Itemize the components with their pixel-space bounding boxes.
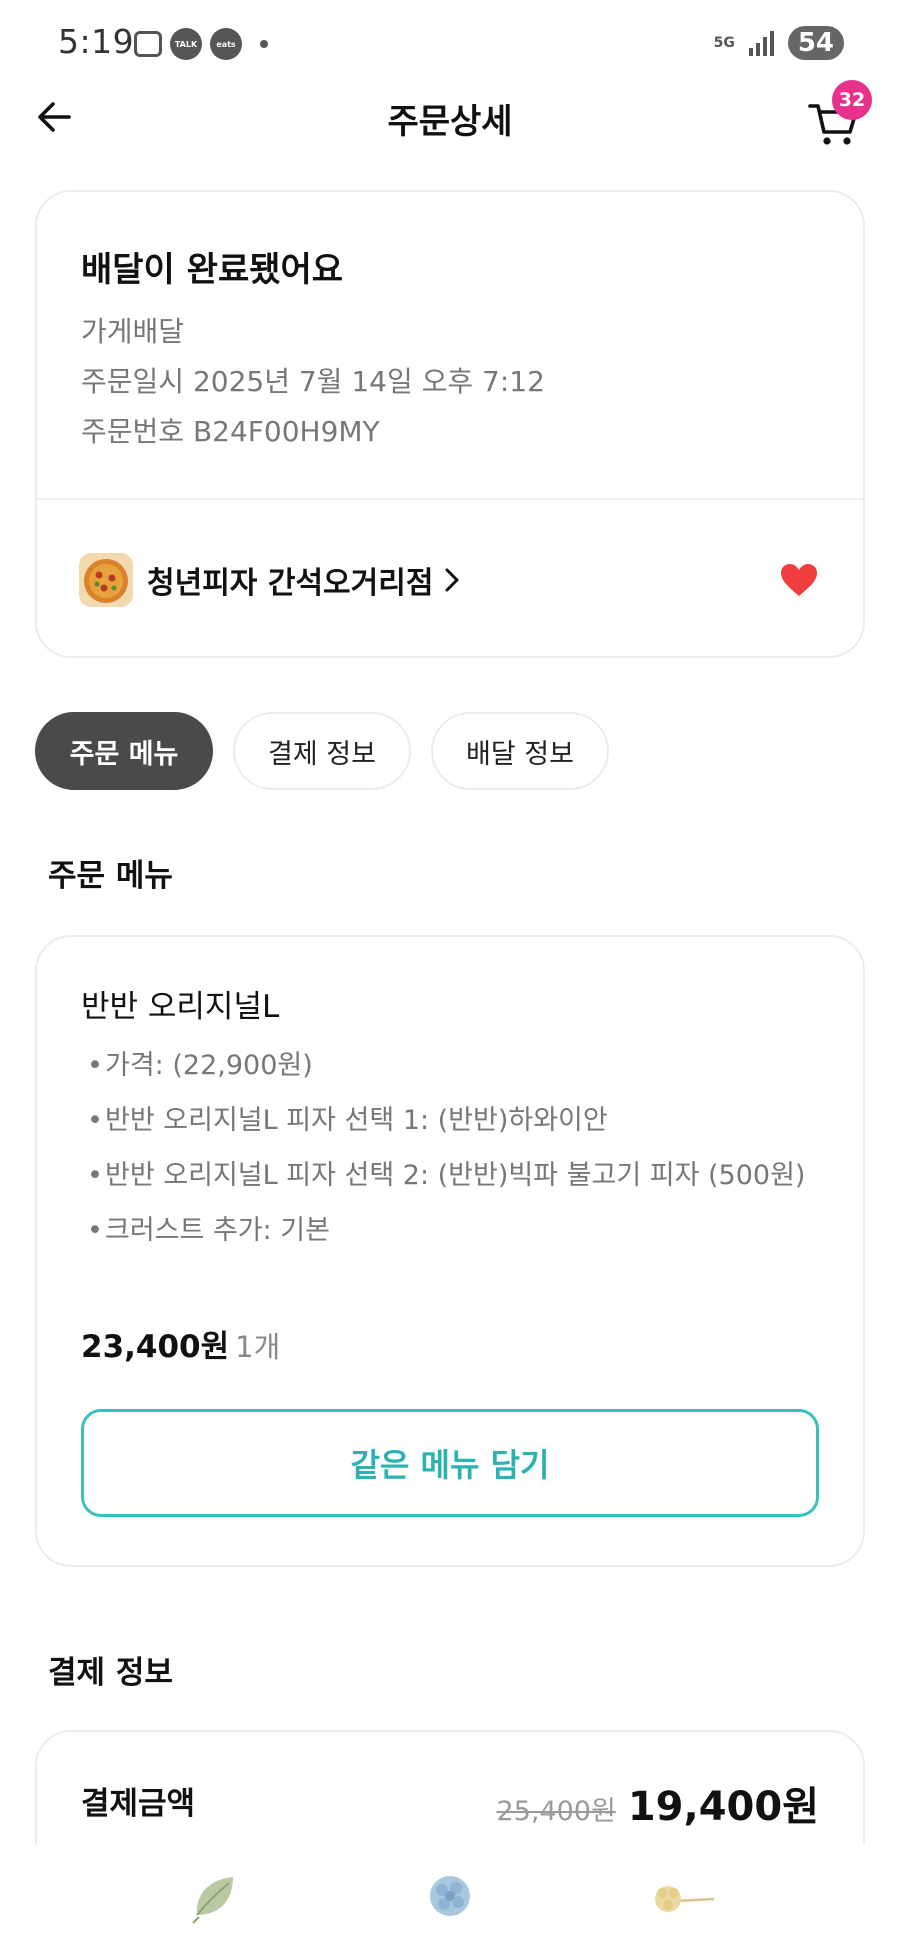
order-number: 주문번호 B24F00H9MY <box>81 415 380 448</box>
flower-yellow-icon <box>655 1885 715 1912</box>
final-price: 19,400원 <box>627 1784 819 1830</box>
page-title: 주문상세 <box>387 102 513 142</box>
store-link[interactable]: 청년피자 간석오거리점 <box>79 550 821 610</box>
payment-amount: 25,400원 19,400원 <box>497 1774 819 1832</box>
divider <box>37 498 863 500</box>
order-menu-card: 반반 오리지널L • 가격: (22,900원) • 반반 오리지널L 피자 선택 … <box>35 935 865 1567</box>
menu-option: • 반반 오리지널L 피자 선택 1: (반반)하와이안 <box>87 1105 608 1136</box>
menu-price-line: 23,400원 1개 <box>81 1321 280 1366</box>
order-datetime: 주문일시 2025년 7월 14일 오후 7:12 <box>81 365 545 398</box>
order-status-card: 배달이 완료됐어요 가게배달 주문일시 2025년 7월 14일 오후 7:12… <box>35 190 865 658</box>
status-bar: 5:19 TALK eats 5G 54 <box>0 0 900 80</box>
menu-options-list: • 가격: (22,900원) • 반반 오리지널L 피자 선택 1: (반반)하와… <box>81 1043 823 1263</box>
cart-count-badge: 32 <box>832 80 872 120</box>
screenshot-icon <box>134 31 162 57</box>
delivery-type: 가게배달 <box>81 315 185 348</box>
menu-quantity: 1개 <box>235 1330 281 1364</box>
detail-tabs: 주문 메뉴 결제 정보 배달 정보 <box>35 712 609 790</box>
menu-item-name: 반반 오리지널L <box>81 989 280 1025</box>
menu-price: 23,400원 <box>81 1329 230 1365</box>
original-price: 25,400원 <box>496 1796 616 1827</box>
dot-icon <box>260 40 268 48</box>
nav-item-blue-flower[interactable] <box>410 1863 490 1933</box>
bottom-navigation <box>0 1845 900 1950</box>
coupang-eats-icon: eats <box>210 28 242 60</box>
app-header: 주문상세 32 <box>0 80 900 150</box>
leaf-icon <box>191 1876 233 1924</box>
status-time: 5:19 <box>58 22 135 61</box>
flower-blue-icon <box>429 1875 470 1916</box>
battery-indicator: 54 <box>787 26 844 60</box>
payment-amount-label: 결제금액 <box>81 1786 196 1822</box>
nav-item-yellow-flower[interactable] <box>643 1863 723 1933</box>
chevron-right-icon <box>443 565 467 595</box>
delivery-status-title: 배달이 완료됐어요 <box>81 250 344 290</box>
network-5g-icon: 5G <box>713 35 735 51</box>
favorite-heart-button[interactable] <box>777 558 821 602</box>
tab-payment-info[interactable]: 결제 정보 <box>233 712 411 790</box>
tab-delivery-info[interactable]: 배달 정보 <box>431 712 609 790</box>
menu-option: • 반반 오리지널L 피자 선택 2: (반반)빅파 불고기 피자 (500원) <box>87 1160 806 1191</box>
heart-icon <box>781 564 817 596</box>
menu-option: • 크러스트 추가: 기본 <box>87 1215 330 1246</box>
menu-option: • 가격: (22,900원) <box>87 1050 313 1081</box>
store-thumbnail <box>79 553 133 607</box>
status-notification-icons: TALK eats <box>134 28 268 60</box>
payment-section-title: 결제 정보 <box>48 1655 173 1691</box>
kakaotalk-icon: TALK <box>170 28 202 60</box>
order-menu-section-title: 주문 메뉴 <box>48 858 173 894</box>
cart-button[interactable]: 32 <box>806 80 872 146</box>
tab-order-menu[interactable]: 주문 메뉴 <box>35 712 213 790</box>
nav-item-leaf[interactable] <box>177 1863 257 1933</box>
status-system-icons: 5G 54 <box>714 26 844 60</box>
add-same-menu-button[interactable]: 같은 메뉴 담기 <box>81 1409 819 1517</box>
signal-icon <box>748 30 774 56</box>
store-name: 청년피자 간석오거리점 <box>147 566 434 601</box>
